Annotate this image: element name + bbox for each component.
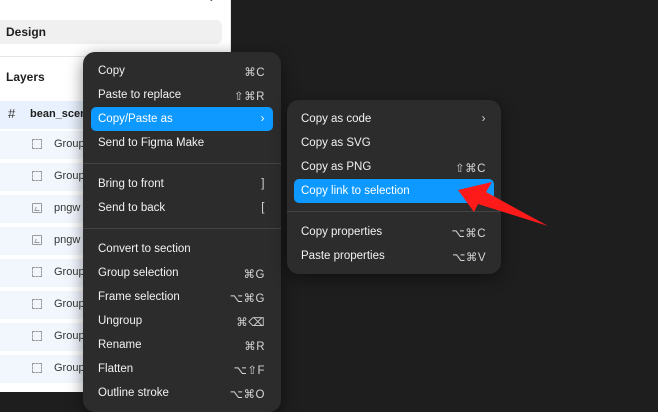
menu-item-label: Group selection — [98, 267, 179, 279]
menu-item-send-to-back[interactable]: Send to back [ — [91, 196, 273, 220]
menu-item-paste-to-replace[interactable]: Paste to replace ⇧⌘R — [91, 83, 273, 107]
image-icon — [32, 235, 42, 245]
chevron-icon[interactable]: ⌄ — [207, 0, 216, 4]
annotation-arrow-icon — [458, 182, 548, 226]
layer-name: Group — [54, 266, 85, 278]
menu-item-label: Copy as SVG — [301, 137, 371, 149]
menu-item-label: Copy as code — [301, 113, 372, 125]
group-icon — [32, 171, 42, 181]
menu-item-convert-to-section[interactable]: Convert to section — [91, 237, 273, 261]
layer-name: Group — [54, 362, 85, 374]
menu-item-copy-as-png[interactable]: Copy as PNG ⇧⌘C — [294, 155, 494, 179]
menu-item-label: Copy properties — [301, 226, 383, 238]
menu-item-flatten[interactable]: Flatten ⌥⇧F — [91, 357, 273, 381]
menu-item-label: Flatten — [98, 363, 134, 375]
menu-item-label: Convert to section — [98, 243, 191, 255]
menu-item-shortcut: ⌘G — [243, 269, 265, 281]
menu-item-label: Frame selection — [98, 291, 180, 303]
menu-item-shortcut: ⌘R — [244, 341, 265, 353]
menu-item-paste-properties[interactable]: Paste properties ⌥⌘V — [294, 244, 494, 268]
menu-item-bring-to-front[interactable]: Bring to front ] — [91, 172, 273, 196]
panel-top-row: ⌄ — [0, 0, 230, 12]
layer-name: Group — [54, 330, 85, 342]
menu-item-label: Paste properties — [301, 250, 385, 262]
menu-item-label: Send to back — [98, 202, 166, 214]
menu-item-label: Copy/Paste as — [98, 113, 173, 125]
layer-name: pngw — [54, 202, 81, 214]
menu-item-label: Copy as PNG — [301, 161, 372, 173]
menu-item-shortcut: ⌘⌫ — [236, 317, 265, 329]
layer-name: pngw — [54, 234, 81, 246]
menu-item-label: Send to Figma Make — [98, 137, 205, 149]
layers-heading: Layers — [6, 70, 45, 84]
group-icon — [32, 139, 42, 149]
menu-item-shortcut: ⌥⌘G — [229, 293, 265, 305]
menu-item-label: Rename — [98, 339, 142, 351]
menu-item-label: Copy — [98, 65, 125, 77]
menu-item-label: Outline stroke — [98, 387, 169, 399]
group-icon — [32, 267, 42, 277]
menu-item-copy-as-svg[interactable]: Copy as SVG — [294, 131, 494, 155]
tab-design-label: Design — [6, 25, 47, 39]
menu-item-ungroup[interactable]: Ungroup ⌘⌫ — [91, 309, 273, 333]
menu-item-frame-selection[interactable]: Frame selection ⌥⌘G — [91, 285, 273, 309]
menu-item-label: Copy link to selection — [301, 185, 410, 197]
menu-item-shortcut: [ — [261, 202, 265, 214]
frame-icon: # — [8, 106, 16, 121]
menu-item-shortcut: ⌘C — [244, 67, 265, 79]
menu-divider — [83, 163, 281, 164]
layer-name: Group — [54, 298, 85, 310]
menu-item-shortcut: ⌥⌘O — [229, 389, 265, 401]
menu-item-rename[interactable]: Rename ⌘R — [91, 333, 273, 357]
chevron-right-icon: › — [260, 113, 265, 125]
chevron-right-icon: › — [481, 113, 486, 125]
menu-item-shortcut: ⇧⌘C — [455, 163, 486, 175]
menu-item-send-to-figma-make[interactable]: Send to Figma Make — [91, 131, 273, 155]
context-menu: Copy ⌘C Paste to replace ⇧⌘R Copy/Paste … — [83, 52, 281, 412]
group-icon — [32, 299, 42, 309]
group-icon — [32, 363, 42, 373]
tab-design[interactable]: Design — [0, 20, 222, 44]
menu-item-copy[interactable]: Copy ⌘C — [91, 59, 273, 83]
menu-item-group-selection[interactable]: Group selection ⌘G — [91, 261, 273, 285]
menu-item-shortcut: ⇧⌘R — [234, 91, 265, 103]
menu-item-shortcut: ⌥⇧F — [233, 365, 265, 377]
menu-divider — [83, 228, 281, 229]
layer-name: Group — [54, 138, 85, 150]
layer-name: Group — [54, 170, 85, 182]
menu-item-shortcut: ⌥⌘V — [452, 252, 486, 264]
menu-item-label: Paste to replace — [98, 89, 182, 101]
group-icon — [32, 331, 42, 341]
image-icon — [32, 203, 42, 213]
menu-item-copy-as-code[interactable]: Copy as code › — [294, 107, 494, 131]
menu-item-shortcut: ] — [261, 178, 265, 190]
menu-item-label: Ungroup — [98, 315, 143, 327]
menu-item-label: Bring to front — [98, 178, 164, 190]
menu-item-copy-paste-as[interactable]: Copy/Paste as › — [91, 107, 273, 131]
menu-item-outline-stroke[interactable]: Outline stroke ⌥⌘O — [91, 381, 273, 405]
